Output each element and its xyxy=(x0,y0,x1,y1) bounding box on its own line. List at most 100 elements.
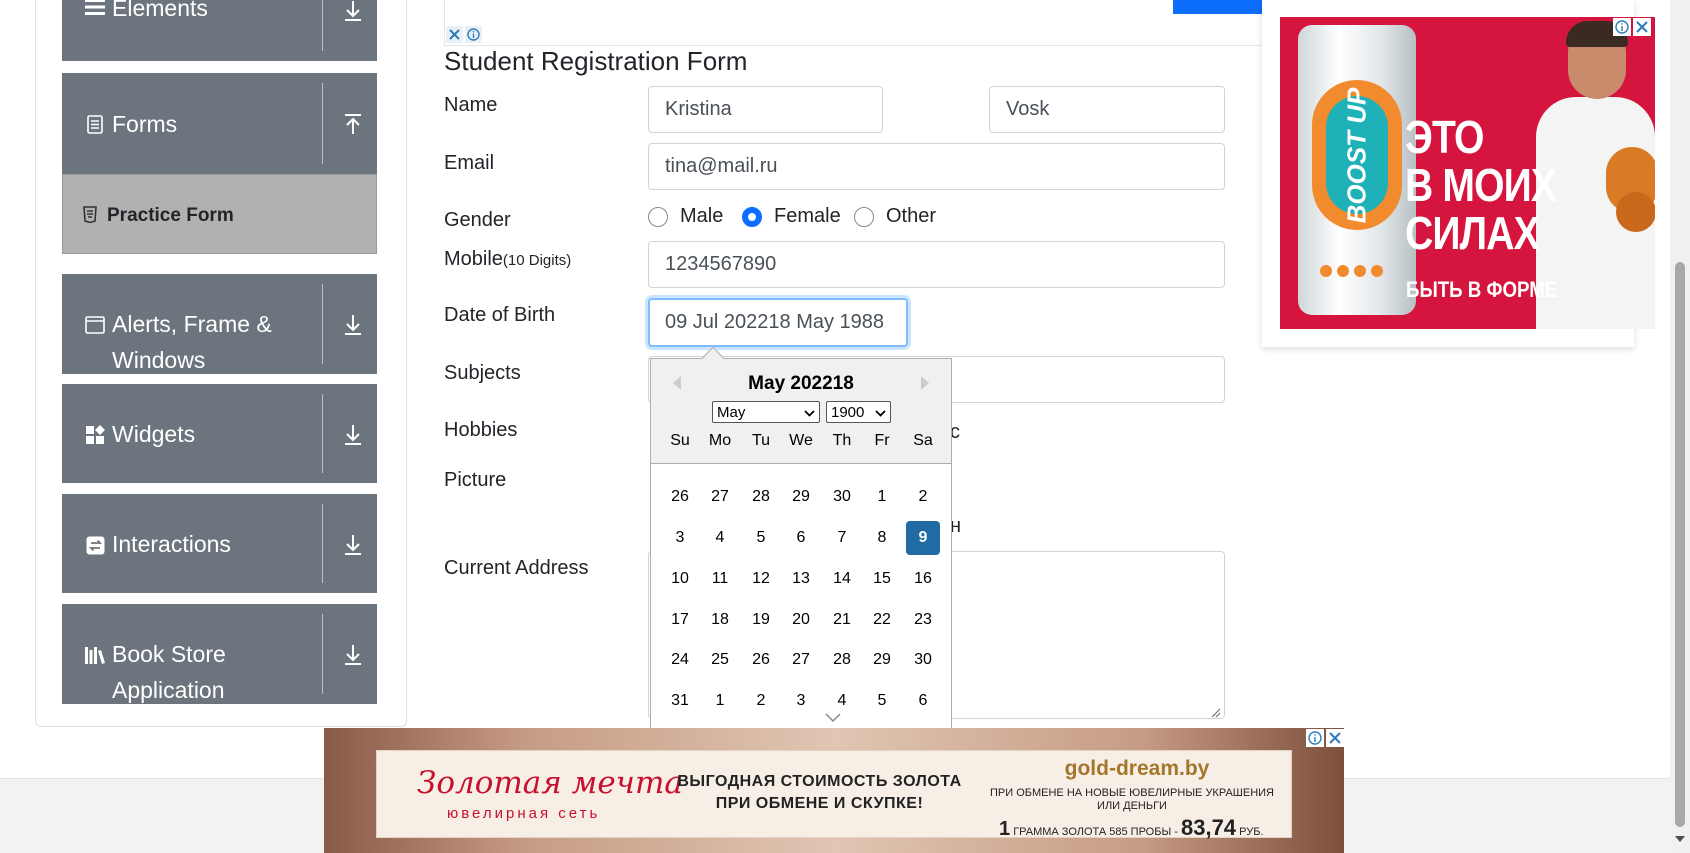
ad-price-currency: РУБ. xyxy=(1239,826,1264,838)
year-select[interactable]: 1900 xyxy=(826,401,891,423)
datepicker-day[interactable]: 17 xyxy=(663,603,697,637)
info-icon[interactable] xyxy=(1613,18,1631,36)
radio-button[interactable] xyxy=(648,206,668,227)
datepicker-day[interactable]: 8 xyxy=(865,521,899,555)
sidebar-group-book-store[interactable]: Book Store Application xyxy=(62,604,377,704)
sidebar-group-widgets[interactable]: Widgets xyxy=(62,384,377,483)
email-input[interactable]: tina@mail.ru xyxy=(648,143,1225,190)
scroll-down-arrow-icon[interactable] xyxy=(1675,836,1685,842)
gender-radio-female[interactable]: Female xyxy=(742,205,841,228)
datepicker-day[interactable]: 4 xyxy=(703,521,737,555)
weekday-label: Sa xyxy=(913,432,933,449)
scrollbar-thumb[interactable] xyxy=(1675,262,1685,827)
ad-slogan-line: СИЛАХ xyxy=(1405,207,1540,259)
next-month-icon[interactable] xyxy=(920,375,934,393)
datepicker-day[interactable]: 20 xyxy=(784,603,818,637)
download-arrow-icon[interactable] xyxy=(342,0,364,24)
sidebar-group-interactions[interactable]: Interactions xyxy=(62,494,377,593)
datepicker-day[interactable]: 3 xyxy=(784,684,818,718)
datepicker-day[interactable]: 14 xyxy=(825,562,859,596)
datepicker-day[interactable]: 19 xyxy=(744,603,778,637)
datepicker-day[interactable]: 24 xyxy=(663,643,697,677)
date-of-birth-input[interactable]: 09 Jul 202218 May 1988 xyxy=(648,298,908,347)
info-icon[interactable] xyxy=(465,26,482,43)
right-ad-banner[interactable]: BOOST UP ЭТО В МОИХ СИЛАХ БЫТЬ В ФОРМЕ xyxy=(1280,17,1655,329)
datepicker-day[interactable]: 22 xyxy=(865,603,899,637)
bottom-ad-panel: Золотая мечта ювелирная сеть ВЫГОДНАЯ СТ… xyxy=(376,750,1292,840)
datepicker-day[interactable]: 31 xyxy=(663,684,697,718)
mobile-input[interactable]: 1234567890 xyxy=(648,241,1225,288)
datepicker-day[interactable]: 2 xyxy=(906,480,940,514)
datepicker-day[interactable]: 10 xyxy=(663,562,697,596)
close-icon[interactable] xyxy=(1326,729,1344,747)
datepicker-day[interactable]: 25 xyxy=(703,643,737,677)
vertical-scrollbar[interactable] xyxy=(1670,0,1690,853)
datepicker-day[interactable]: 5 xyxy=(744,521,778,555)
sidebar-group-alerts-frame-windows[interactable]: Alerts, Frame & Windows xyxy=(62,274,377,374)
download-arrow-icon[interactable] xyxy=(342,422,364,448)
datepicker-day[interactable]: 27 xyxy=(784,643,818,677)
datepicker-day[interactable]: 1 xyxy=(703,684,737,718)
right-ad-controls xyxy=(1613,18,1651,36)
datepicker-day[interactable]: 30 xyxy=(906,643,940,677)
datepicker-day-selected[interactable]: 9 xyxy=(906,521,940,555)
datepicker-day[interactable]: 26 xyxy=(663,480,697,514)
datepicker-day[interactable]: 13 xyxy=(784,562,818,596)
download-arrow-icon[interactable] xyxy=(342,642,364,668)
top-ad-banner[interactable] xyxy=(444,0,1264,46)
weekday-label: We xyxy=(789,432,813,449)
weekday-label: Mo xyxy=(708,432,732,449)
datepicker-day[interactable]: 16 xyxy=(906,562,940,596)
datepicker-day[interactable]: 11 xyxy=(703,562,737,596)
datepicker-day[interactable]: 7 xyxy=(825,521,859,555)
datepicker-day[interactable]: 29 xyxy=(865,643,899,677)
datepicker-day[interactable]: 6 xyxy=(906,684,940,718)
mobile-label: Mobile(10 Digits) xyxy=(444,248,571,271)
close-icon[interactable] xyxy=(446,26,463,43)
last-name-input[interactable]: Vosk xyxy=(989,86,1225,133)
gender-radio-other[interactable]: Other xyxy=(854,205,936,228)
datepicker-day[interactable]: 21 xyxy=(825,603,859,637)
datepicker-day[interactable]: 12 xyxy=(744,562,778,596)
datepicker-day[interactable]: 5 xyxy=(865,684,899,718)
datepicker-day[interactable]: 29 xyxy=(784,480,818,514)
upload-arrow-icon[interactable] xyxy=(342,111,364,137)
bottom-ad-banner[interactable]: Золотая мечта ювелирная сеть ВЫГОДНАЯ СТ… xyxy=(324,728,1344,853)
datepicker-day[interactable]: 6 xyxy=(784,521,818,555)
mobile-hint: (10 Digits) xyxy=(502,252,572,269)
datepicker-day[interactable]: 15 xyxy=(865,562,899,596)
ad-button[interactable] xyxy=(1173,0,1263,14)
datepicker-day[interactable]: 3 xyxy=(663,521,697,555)
datepicker-day[interactable]: 30 xyxy=(825,480,859,514)
ad-price-description: ГРАММА ЗОЛОТА 585 ПРОБЫ - xyxy=(1013,826,1178,838)
first-name-input[interactable]: Kristina xyxy=(648,86,883,133)
datepicker-day[interactable]: 26 xyxy=(744,643,778,677)
sidebar-group-elements[interactable]: Elements xyxy=(62,0,377,61)
close-icon[interactable] xyxy=(1633,18,1651,36)
datepicker-day[interactable]: 27 xyxy=(703,480,737,514)
month-select[interactable]: May xyxy=(712,401,820,423)
datepicker-day[interactable]: 1 xyxy=(865,480,899,514)
page-title: Student Registration Form xyxy=(444,46,748,76)
sidebar-item-practice-form[interactable]: Practice Form xyxy=(62,174,377,254)
download-arrow-icon[interactable] xyxy=(342,532,364,558)
name-label: Name xyxy=(444,94,498,116)
radio-button[interactable] xyxy=(854,206,874,227)
gender-radio-male[interactable]: Male xyxy=(648,205,723,228)
radio-button-checked[interactable] xyxy=(742,206,762,227)
download-arrow-icon[interactable] xyxy=(342,312,364,338)
ad-price-prefix: 1 xyxy=(999,818,1011,840)
sidebar-group-label: Interactions xyxy=(112,531,231,557)
datepicker-day[interactable]: 2 xyxy=(744,684,778,718)
datepicker-day[interactable]: 28 xyxy=(825,643,859,677)
datepicker-day[interactable]: 28 xyxy=(744,480,778,514)
info-icon[interactable] xyxy=(1306,729,1324,747)
resize-grip-icon[interactable] xyxy=(1211,705,1221,718)
datepicker-current-month: May 202218 xyxy=(748,373,854,394)
datepicker-header: May 202218 May 1900 Su Mo Tu We Th Fr Sa xyxy=(651,359,951,464)
ad-controls xyxy=(446,26,482,43)
datepicker-day[interactable]: 18 xyxy=(703,603,737,637)
sidebar-group-forms[interactable]: Forms xyxy=(62,73,377,174)
datepicker-day[interactable]: 23 xyxy=(906,603,940,637)
chevron-down-icon[interactable] xyxy=(825,710,841,723)
